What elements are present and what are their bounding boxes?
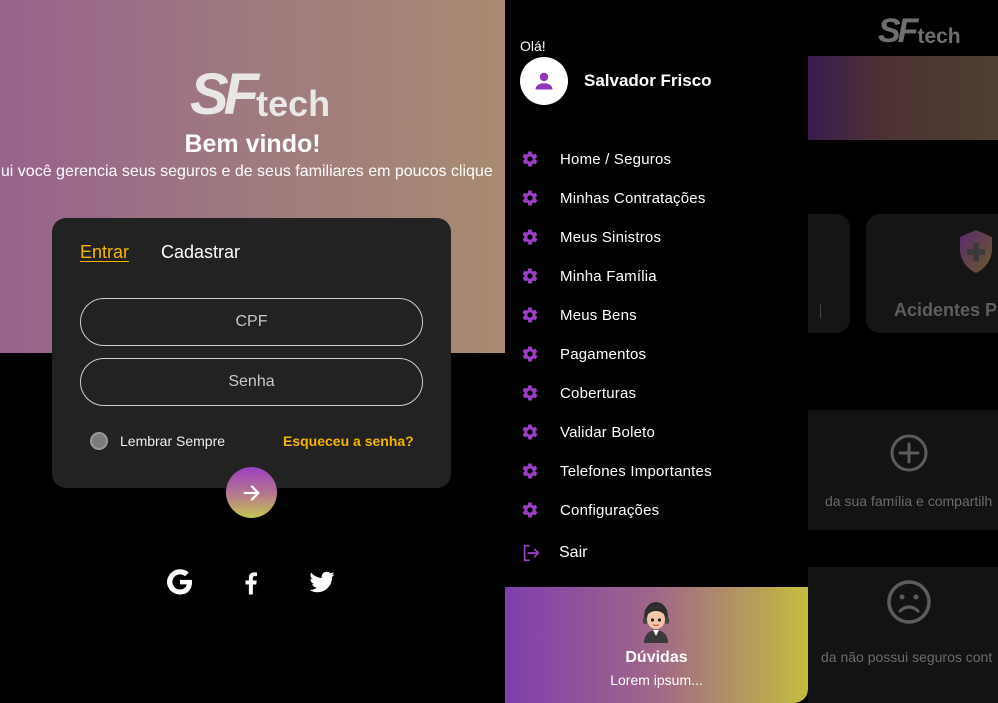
help-title: Dúvidas: [625, 649, 688, 666]
drawer-item-label: Minha Família: [560, 267, 657, 285]
welcome-subtitle: qui você gerencia seus seguros e de seus…: [0, 163, 493, 180]
remember-me-toggle[interactable]: Lembrar Sempre: [90, 432, 225, 450]
gear-icon: [520, 422, 540, 442]
drawer-item-minha-familia[interactable]: Minha Família: [520, 264, 657, 288]
navigation-drawer: Olá! Salvador Frisco Sair Dúvidas Lorem …: [505, 0, 808, 703]
no-insurance-panel: da não possui seguros cont: [808, 567, 998, 703]
welcome-title: Bem vindo!: [184, 130, 321, 158]
login-submit-button[interactable]: [226, 467, 277, 518]
logout-icon: [523, 544, 540, 562]
gear-icon: [520, 188, 540, 208]
home-banner: [808, 56, 998, 140]
drawer-item-label: Minhas Contratações: [560, 189, 706, 207]
user-name: Salvador Frisco: [584, 71, 712, 90]
drawer-item-label: Meus Sinistros: [560, 228, 662, 246]
gear-icon: [520, 461, 540, 481]
sad-face-icon: [887, 580, 931, 624]
add-circle-icon[interactable]: [890, 434, 928, 472]
login-screen: SF tech Bem vindo! qui você gerencia seus…: [0, 0, 505, 703]
home-logo: SF tech: [878, 12, 961, 50]
insurance-card-accidents[interactable]: Acidentes Pe: [866, 214, 998, 333]
drawer-item-label: Pagamentos: [560, 345, 647, 363]
drawer-item-label: Coberturas: [560, 384, 637, 402]
home-screen-dimmed: SF tech Acidentes Pe da sua família e com…: [808, 0, 998, 703]
person-icon: [535, 72, 553, 90]
arrow-right-icon: [243, 484, 260, 501]
forgot-password-link[interactable]: Esqueceu a senha?: [283, 433, 414, 449]
card-label: Acidentes Pe: [894, 300, 998, 320]
family-panel: da sua família e compartilh: [808, 410, 998, 530]
drawer-item-validar-boleto[interactable]: Validar Boleto: [520, 420, 655, 444]
gear-icon: [520, 344, 540, 364]
drawer-item-label: Configurações: [560, 501, 660, 519]
shield-icon: [960, 230, 992, 273]
drawer-item-home-seguros[interactable]: Home / Seguros: [520, 147, 671, 171]
logout-label: Sair: [559, 544, 588, 561]
logout-button[interactable]: Sair: [520, 541, 587, 565]
drawer-item-configuracoes[interactable]: Configurações: [520, 498, 659, 522]
remember-label: Lembrar Sempre: [120, 433, 226, 449]
card-divider: [820, 304, 821, 318]
tab-register[interactable]: Cadastrar: [161, 242, 240, 263]
facebook-icon[interactable]: [234, 565, 268, 599]
no-insurance-text: da não possui seguros cont: [821, 649, 993, 665]
drawer-item-label: Meus Bens: [560, 306, 637, 324]
login-card: Entrar Cadastrar Lembrar Sempre Esqueceu…: [52, 218, 451, 488]
avatar[interactable]: [520, 57, 568, 105]
drawer-item-telefones-importantes[interactable]: Telefones Importantes: [520, 459, 712, 483]
drawer-item-meus-bens[interactable]: Meus Bens: [520, 303, 637, 327]
drawer-item-coberturas[interactable]: Coberturas: [520, 381, 636, 405]
family-text: da sua família e compartilh: [825, 493, 993, 509]
help-card[interactable]: Dúvidas Lorem ipsum...: [505, 587, 808, 703]
remember-radio[interactable]: [90, 432, 108, 450]
app-logo: SF tech: [190, 62, 331, 127]
gear-icon: [520, 149, 540, 169]
drawer-item-label: Home / Seguros: [560, 150, 672, 168]
drawer-item-pagamentos[interactable]: Pagamentos: [520, 342, 646, 366]
drawer-item-label: Telefones Importantes: [560, 462, 712, 480]
drawer-item-label: Validar Boleto: [560, 423, 656, 441]
tab-login[interactable]: Entrar: [80, 242, 129, 263]
drawer-item-meus-sinistros[interactable]: Meus Sinistros: [520, 225, 661, 249]
gear-icon: [520, 266, 540, 286]
cpf-input[interactable]: [80, 298, 423, 346]
greeting-text: Olá!: [520, 38, 546, 54]
gear-icon: [520, 305, 540, 325]
google-icon[interactable]: [163, 565, 197, 599]
help-text: Lorem ipsum...: [610, 672, 703, 688]
password-input[interactable]: [80, 358, 423, 406]
support-agent-icon: [643, 602, 669, 643]
gear-icon: [520, 227, 540, 247]
drawer-item-minhas-contratacoes[interactable]: Minhas Contratações: [520, 186, 705, 210]
twitter-icon[interactable]: [305, 565, 339, 599]
insurance-card[interactable]: [808, 214, 850, 333]
gear-icon: [520, 500, 540, 520]
gear-icon: [520, 383, 540, 403]
